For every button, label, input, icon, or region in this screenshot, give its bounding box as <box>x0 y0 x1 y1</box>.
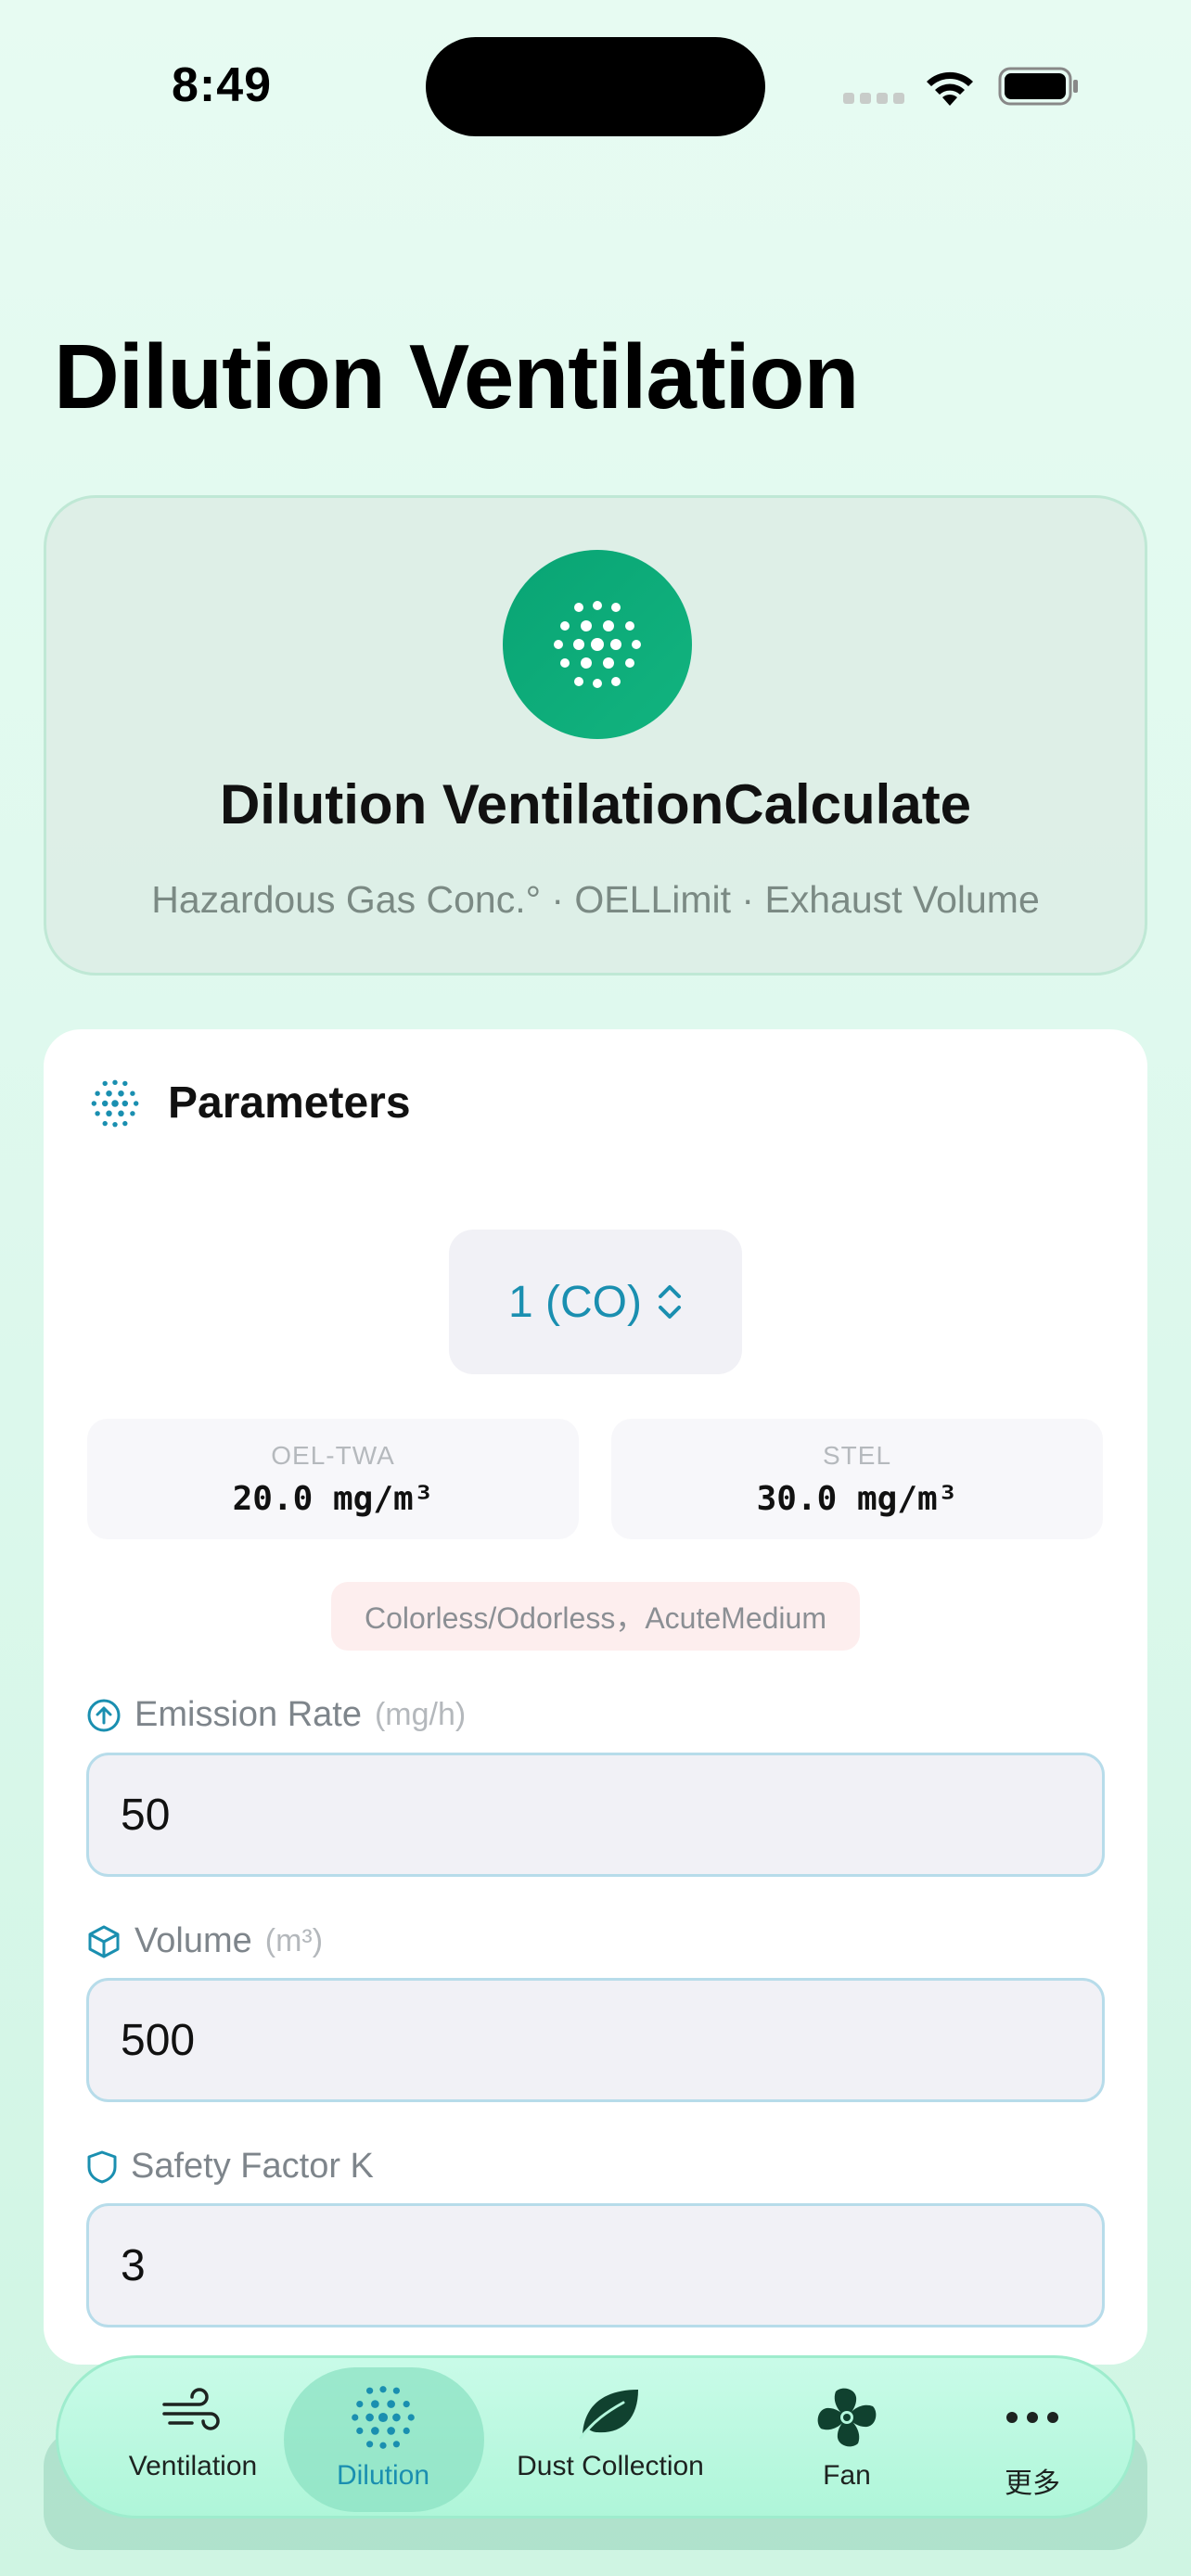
tab-label: Fan <box>823 2460 871 2491</box>
emission-rate-label: Emission Rate (mg/h) <box>86 1695 466 1735</box>
tab-label: Dilution <box>336 2460 430 2491</box>
dots-grid-icon <box>503 550 692 739</box>
arrow-up-circle-icon <box>87 1699 121 1731</box>
stel-box: STEL 30.0 mg/m³ <box>611 1419 1103 1539</box>
gas-picker-value: 1 (CO) <box>508 1277 642 1327</box>
parameters-card: Parameters 1 (CO) OEL-TWA 20.0 mg/m³ STE… <box>44 1029 1147 2365</box>
cube-icon <box>88 1925 120 1958</box>
oel-twa-label: OEL-TWA <box>271 1441 395 1470</box>
battery-icon <box>998 67 1078 106</box>
chevron-up-down-icon <box>659 1285 681 1319</box>
dots-grid-icon <box>352 2386 415 2449</box>
hero-title: Dilution VentilationCalculate <box>219 773 972 835</box>
wind-icon <box>162 2388 220 2430</box>
stel-value: 30.0 mg/m³ <box>756 1480 958 1518</box>
tab-label: Dust Collection <box>517 2451 704 2481</box>
parameters-header: Parameters <box>90 1078 411 1129</box>
parameters-title: Parameters <box>168 1078 411 1128</box>
dots-grid-icon <box>91 1079 139 1127</box>
emission-rate-input[interactable]: 50 <box>86 1753 1105 1877</box>
volume-label-text: Volume <box>134 1921 252 1960</box>
status-bar: 8:49 <box>0 0 1191 148</box>
fan-icon <box>817 2388 877 2447</box>
volume-label: Volume (m³) <box>86 1921 323 1961</box>
oel-twa-value: 20.0 mg/m³ <box>232 1480 434 1518</box>
tab-more[interactable]: 更多 <box>949 2358 1116 2521</box>
hero-card: Dilution VentilationCalculate Hazardous … <box>44 495 1147 976</box>
emission-rate-label-text: Emission Rate <box>134 1695 362 1734</box>
dynamic-island <box>426 37 765 136</box>
safety-factor-input[interactable]: 3 <box>86 2203 1105 2327</box>
oel-twa-box: OEL-TWA 20.0 mg/m³ <box>87 1419 579 1539</box>
hazard-note-badge: Colorless/Odorless，AcuteMedium <box>331 1582 860 1651</box>
volume-unit: (m³) <box>264 1923 324 1958</box>
tab-dust-collection[interactable]: Dust Collection <box>494 2358 726 2521</box>
stel-label: STEL <box>822 1441 892 1470</box>
tab-label: Ventilation <box>128 2451 258 2481</box>
tab-label: 更多 <box>1005 2468 1060 2499</box>
volume-input[interactable]: 500 <box>86 1978 1105 2102</box>
tab-bar: Ventilation Dilution Dust Collection Fan… <box>56 2355 1135 2519</box>
wifi-icon <box>927 71 973 106</box>
shield-icon <box>87 2150 117 2183</box>
emission-rate-unit: (mg/h) <box>374 1697 467 1732</box>
safety-factor-label-text: Safety Factor K <box>131 2147 374 2186</box>
tab-ventilation[interactable]: Ventilation <box>105 2358 281 2521</box>
ellipsis-icon <box>1006 2412 1058 2423</box>
tab-fan[interactable]: Fan <box>763 2358 930 2521</box>
tab-dilution[interactable]: Dilution <box>295 2358 471 2521</box>
gas-picker[interactable]: 1 (CO) <box>449 1230 742 1374</box>
status-time: 8:49 <box>172 58 273 112</box>
hero-subtitle: Hazardous Gas Conc.° · OELLimit · Exhaus… <box>151 878 1040 921</box>
leaf-icon <box>579 2390 638 2440</box>
page-title: Dilution Ventilation <box>54 325 859 427</box>
cellular-signal-icon <box>843 93 904 104</box>
safety-factor-label: Safety Factor K <box>86 2147 374 2187</box>
